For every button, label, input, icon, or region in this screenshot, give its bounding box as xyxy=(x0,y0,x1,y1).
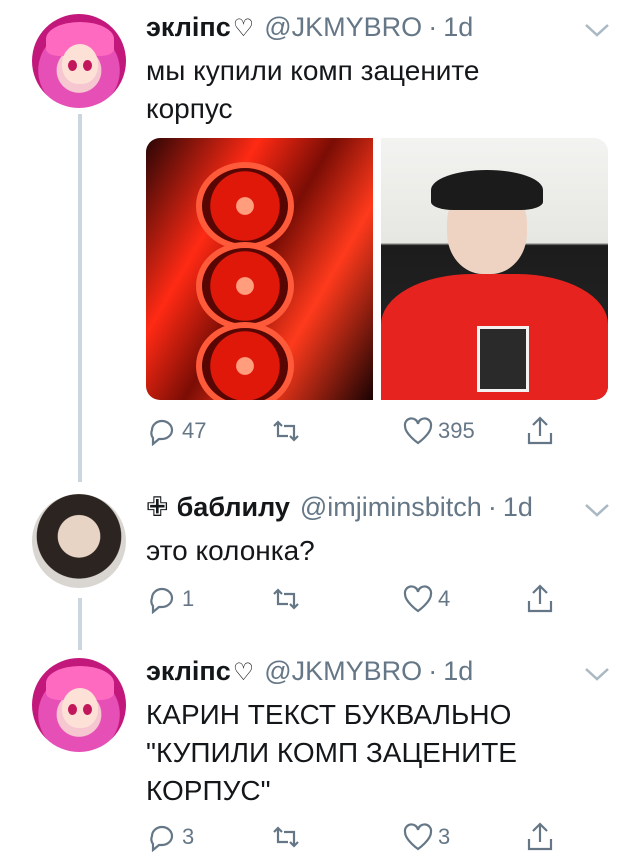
reply-icon xyxy=(150,587,174,614)
tweet-text: мы купили комп зацените корпус xyxy=(146,52,480,128)
chevron-down-icon[interactable] xyxy=(584,22,610,38)
retweet-icon xyxy=(273,826,299,848)
reply-button[interactable]: 3 xyxy=(146,822,194,852)
tweet-header: эклiпс ♡ @JKMYBRO · 1d xyxy=(146,12,473,43)
timestamp[interactable]: 1d xyxy=(503,492,533,523)
avatar[interactable] xyxy=(32,14,126,108)
reply-button[interactable]: 47 xyxy=(146,416,206,446)
retweet-icon xyxy=(273,420,299,442)
media-image-person[interactable] xyxy=(381,138,608,400)
retweet-button[interactable] xyxy=(270,416,306,446)
share-icon xyxy=(527,822,553,851)
user-handle[interactable]: @JKMYBRO xyxy=(264,656,422,687)
share-button[interactable] xyxy=(524,822,556,852)
separator: · xyxy=(428,12,438,42)
avatar-eye xyxy=(68,60,77,71)
shirt-print-graphic xyxy=(477,326,529,392)
tweet-actions: 47 395 xyxy=(146,416,586,448)
tweet-text-line: корпус xyxy=(146,93,233,124)
user-handle[interactable]: @imjiminsbitch xyxy=(300,492,482,523)
tweet-actions: 1 4 xyxy=(146,584,586,616)
avatar-eye xyxy=(83,704,92,715)
share-button[interactable] xyxy=(524,584,556,614)
avatar[interactable] xyxy=(32,658,126,752)
display-name[interactable]: эклiпс xyxy=(146,12,231,43)
reply-count: 3 xyxy=(182,824,195,849)
separator: · xyxy=(487,492,497,522)
reply-icon xyxy=(150,419,174,446)
thread-line xyxy=(78,114,82,482)
tweet-media[interactable] xyxy=(146,138,608,400)
tweet-text-line: "КУПИЛИ КОМП ЗАЦЕНИТЕ xyxy=(146,737,517,768)
tweet-actions: 3 3 xyxy=(146,822,586,854)
share-button[interactable] xyxy=(524,416,556,446)
timestamp[interactable]: 1d xyxy=(443,656,473,687)
like-count: 3 xyxy=(438,824,451,849)
display-name[interactable]: баблилу xyxy=(177,492,290,523)
like-count: 4 xyxy=(438,586,451,611)
tweet-text: это колонка? xyxy=(146,532,315,570)
heart-outline-icon: ♡ xyxy=(232,659,255,686)
tweet-header: ✙ баблилу @imjiminsbitch · 1d xyxy=(146,492,533,523)
like-button[interactable]: 4 xyxy=(402,584,450,614)
chevron-down-icon[interactable] xyxy=(584,666,610,682)
tweet-text-line: КАРИН ТЕКСТ БУКВАЛЬНО xyxy=(146,699,512,730)
thread-line xyxy=(78,598,82,650)
name-prefix-glyph: ✙ xyxy=(146,492,169,522)
tweet-text-line: КОРПУС" xyxy=(146,775,271,806)
reply-icon xyxy=(150,825,174,852)
heart-outline-icon: ♡ xyxy=(232,15,255,42)
avatar-eye xyxy=(83,60,92,71)
avatar-eye xyxy=(68,704,77,715)
tweet-text-line: это колонка? xyxy=(146,535,315,566)
like-button[interactable]: 3 xyxy=(402,822,450,852)
retweet-button[interactable] xyxy=(270,584,306,614)
avatar[interactable] xyxy=(32,494,126,588)
fan-graphic xyxy=(196,322,294,400)
retweet-button[interactable] xyxy=(270,822,306,852)
media-image-pc-case[interactable] xyxy=(146,138,373,400)
tweet-text-line: мы купили комп зацените xyxy=(146,55,480,86)
like-button[interactable]: 395 xyxy=(402,416,475,446)
separator: · xyxy=(428,656,438,686)
heart-icon xyxy=(403,585,433,613)
display-name[interactable]: эклiпс xyxy=(146,656,231,687)
timestamp[interactable]: 1d xyxy=(443,12,473,43)
share-icon xyxy=(527,416,553,445)
user-handle[interactable]: @JKMYBRO xyxy=(264,12,422,43)
tweet-header: эклiпс ♡ @JKMYBRO · 1d xyxy=(146,656,473,687)
cap-graphic xyxy=(431,170,543,210)
heart-icon xyxy=(403,417,433,445)
reply-count: 1 xyxy=(182,586,195,611)
fan-graphic xyxy=(196,162,294,250)
like-count: 395 xyxy=(438,418,475,443)
fan-graphic xyxy=(196,242,294,330)
reply-count: 47 xyxy=(182,418,207,443)
chevron-down-icon[interactable] xyxy=(584,502,610,518)
reply-button[interactable]: 1 xyxy=(146,584,194,614)
tweet-text: КАРИН ТЕКСТ БУКВАЛЬНО "КУПИЛИ КОМП ЗАЦЕН… xyxy=(146,696,517,810)
retweet-icon xyxy=(273,588,299,610)
share-icon xyxy=(527,584,553,613)
heart-icon xyxy=(403,823,433,851)
